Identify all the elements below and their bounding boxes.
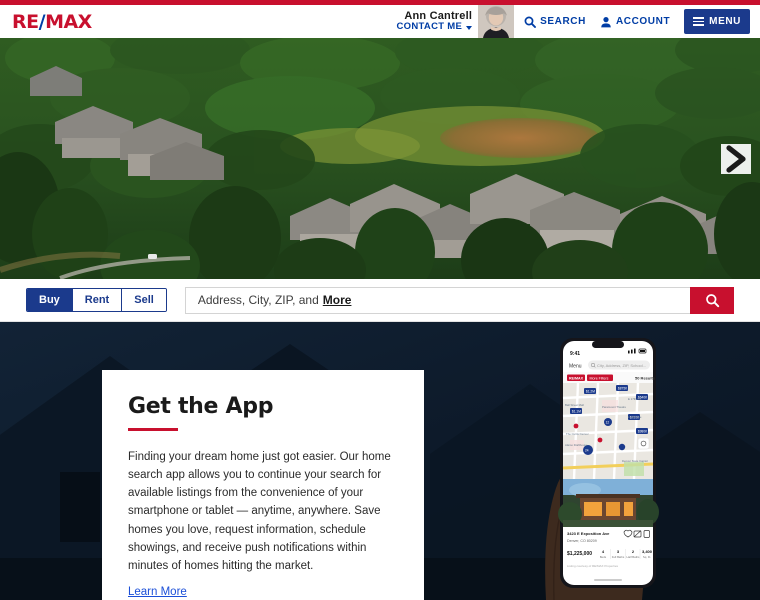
agent-contact-label: CONTACT ME	[396, 21, 463, 33]
svg-text:24: 24	[585, 449, 589, 453]
tab-buy[interactable]: Buy	[27, 289, 73, 311]
svg-text:Sq. Ft.: Sq. Ft.	[643, 555, 651, 559]
hamburger-icon	[693, 15, 705, 28]
svg-text:The Curtis Denver: The Curtis Denver	[566, 432, 589, 436]
svg-text:More Filters: More Filters	[590, 376, 609, 380]
svg-text:Full Baths: Full Baths	[612, 555, 625, 559]
search-submit-button[interactable]	[690, 286, 734, 314]
menu-button-label: MENU	[709, 16, 741, 27]
svg-text:Half Baths: Half Baths	[627, 555, 641, 559]
svg-text:E 14th Ave: E 14th Ave	[628, 415, 642, 419]
search-icon	[524, 16, 537, 28]
svg-text:Ball Street Mall: Ball Street Mall	[565, 403, 584, 407]
chevron-down-icon	[466, 25, 473, 30]
app-card-body: Finding your dream home just got easier.…	[128, 451, 391, 572]
phone-mockup: 9:41 Menu City, Address, ZIP, School... …	[540, 322, 672, 600]
svg-text:3423 E Exposition Ave: 3423 E Exposition Ave	[567, 531, 610, 536]
svg-text:Beds: Beds	[600, 555, 607, 559]
tab-sell[interactable]: Sell	[122, 289, 166, 311]
svg-text:9:41: 9:41	[570, 351, 580, 357]
search-placeholder-text: Address, City, ZIP, and	[197, 293, 319, 307]
svg-text:50 Results: 50 Results	[635, 376, 656, 381]
svg-text:Alamo Drafthouse: Alamo Drafthouse	[565, 443, 588, 447]
learn-more-link[interactable]: Learn More	[128, 586, 187, 598]
header-search-link[interactable]: SEARCH	[524, 16, 586, 28]
svg-text:Denver State Capitol: Denver State Capitol	[622, 459, 648, 463]
svg-text:12: 12	[606, 420, 610, 424]
app-card-title: Get the App	[128, 394, 274, 419]
carousel-next-button[interactable]	[721, 143, 751, 174]
svg-text:$1,225,000: $1,225,000	[567, 551, 592, 557]
logo-re: RE	[12, 10, 39, 33]
get-the-app-section: 9:41 Menu City, Address, ZIP, School... …	[0, 322, 760, 600]
svg-text:E 17th Ave: E 17th Ave	[628, 397, 642, 401]
search-field-group: Address, City, ZIP, and More	[184, 286, 734, 314]
remax-logo[interactable]: RE/MAX	[12, 11, 92, 33]
svg-text:City, Address, ZIP, School...: City, Address, ZIP, School...	[597, 363, 646, 368]
header-account-link[interactable]: ACCOUNT	[600, 16, 670, 28]
svg-text:$875K: $875K	[618, 387, 628, 391]
svg-text:$980K: $980K	[638, 430, 648, 434]
svg-text:$1.1M: $1.1M	[572, 410, 581, 414]
menu-button[interactable]: MENU	[684, 9, 750, 34]
title-underline-accent	[128, 428, 178, 431]
svg-text:3,400: 3,400	[642, 549, 653, 554]
search-more-link[interactable]: More	[323, 293, 352, 307]
svg-text:Denver, CO 80209: Denver, CO 80209	[567, 539, 597, 543]
search-icon	[705, 293, 719, 307]
logo-max: MAX	[45, 10, 92, 33]
svg-text:$1.2M: $1.2M	[586, 390, 595, 394]
svg-text:Paramount Theatre: Paramount Theatre	[602, 405, 626, 409]
search-input[interactable]: Address, City, ZIP, and More	[184, 286, 690, 314]
tab-rent[interactable]: Rent	[72, 289, 123, 311]
chevron-right-icon	[726, 144, 746, 173]
get-the-app-card: Get the App Finding your dream home just…	[102, 370, 424, 600]
listing-type-tabs: Buy Rent Sell	[26, 288, 167, 312]
header-search-label: SEARCH	[540, 16, 586, 27]
svg-text:Menu: Menu	[569, 364, 582, 370]
agent-info[interactable]: Ann Cantrell CONTACT ME	[397, 10, 473, 34]
site-header: RE/MAX Ann Cantrell CONTACT ME SEARCH AC…	[0, 5, 760, 38]
avatar[interactable]	[478, 5, 515, 38]
hero-image	[0, 38, 760, 279]
property-search-bar: Buy Rent Sell Address, City, ZIP, and Mo…	[0, 279, 760, 322]
svg-text:Listing courtesy of RE/MAX Pro: Listing courtesy of RE/MAX Properties	[567, 564, 619, 568]
person-icon	[601, 16, 611, 27]
header-account-label: ACCOUNT	[615, 16, 671, 27]
svg-text:RE/MAX: RE/MAX	[569, 376, 584, 380]
agent-contact-link[interactable]: CONTACT ME	[396, 21, 473, 33]
hero-carousel	[0, 38, 760, 279]
